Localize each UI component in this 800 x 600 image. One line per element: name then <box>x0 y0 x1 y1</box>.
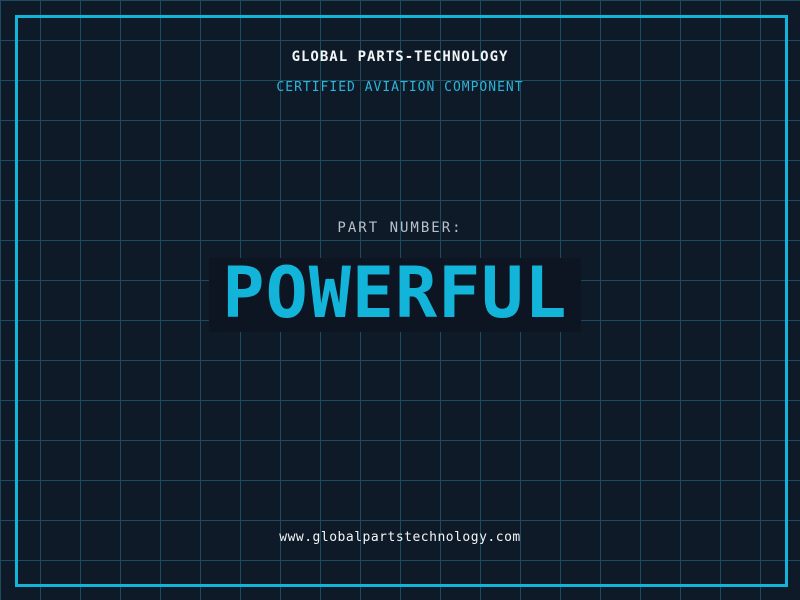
blueprint-page: GLOBAL PARTS-TECHNOLOGY CERTIFIED AVIATI… <box>0 0 800 600</box>
part-number-panel: POWERFUL <box>209 258 581 332</box>
certification-line: CERTIFIED AVIATION COMPONENT <box>276 80 524 95</box>
website-url: www.globalpartstechnology.com <box>279 530 521 545</box>
company-name: GLOBAL PARTS-TECHNOLOGY <box>291 49 509 65</box>
part-number-label: PART NUMBER: <box>337 220 463 236</box>
part-number-value: POWERFUL <box>222 252 568 334</box>
